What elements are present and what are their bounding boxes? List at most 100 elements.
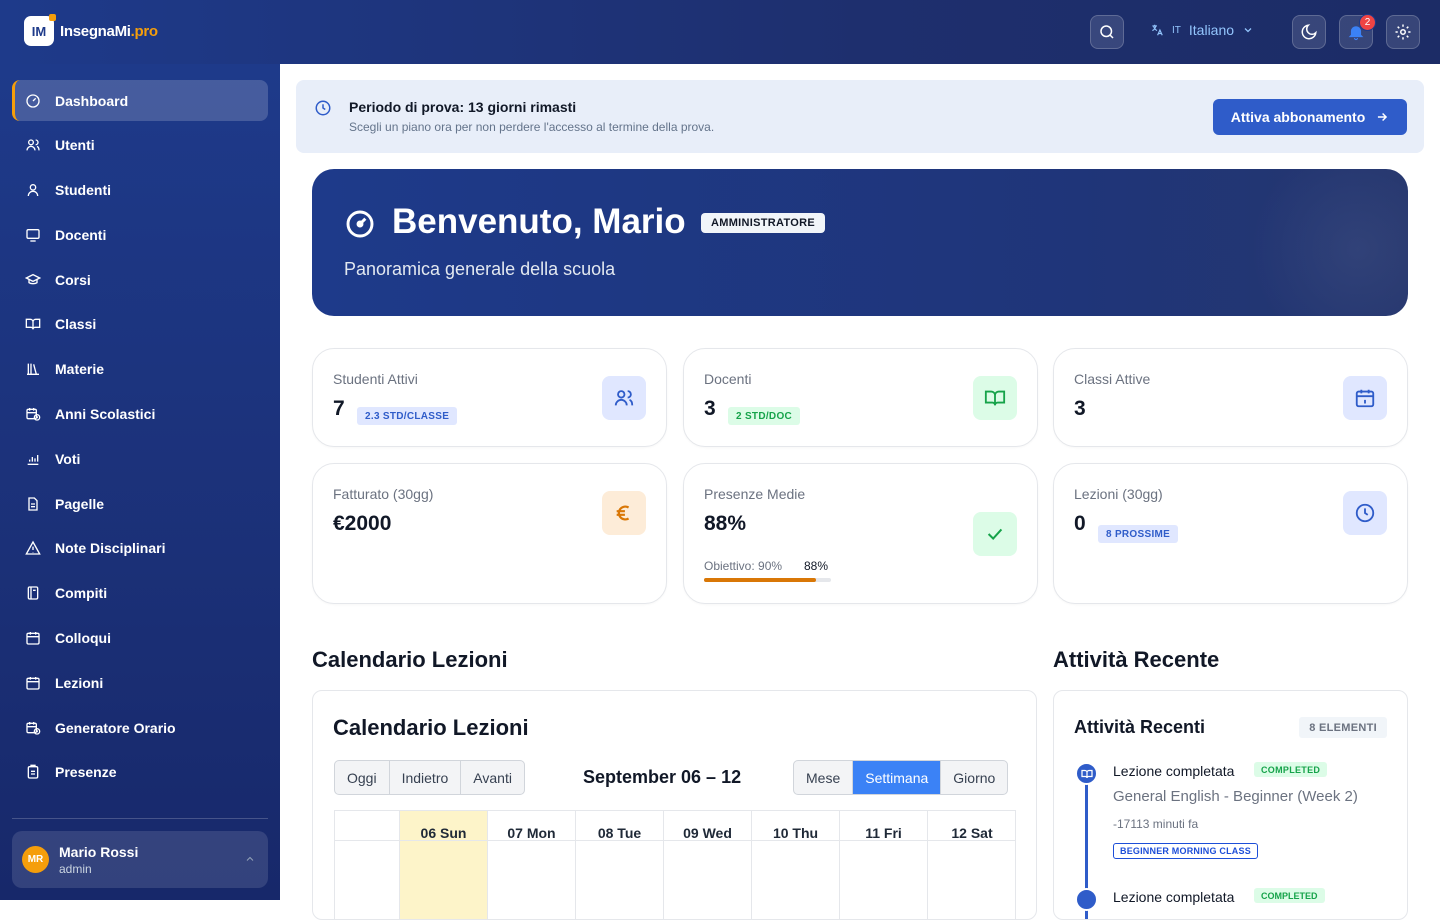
lesson-calendar: Calendario Lezioni Oggi Indietro Avanti … bbox=[312, 690, 1037, 920]
calendar-day-column[interactable]: 08 Tue bbox=[576, 811, 664, 919]
sidebar-item-classi[interactable]: Classi bbox=[12, 304, 268, 345]
sidebar-item-lezioni[interactable]: Lezioni bbox=[12, 662, 268, 703]
calendar-day-column[interactable]: 07 Mon bbox=[488, 811, 576, 919]
warning-icon bbox=[25, 541, 41, 556]
user-menu[interactable]: MR Mario Rossi admin bbox=[12, 831, 268, 888]
sidebar-item-label: Corsi bbox=[55, 271, 91, 288]
clipboard-icon bbox=[27, 765, 39, 780]
sidebar: Dashboard Utenti Studenti Docenti Corsi Class… bbox=[0, 64, 280, 900]
calendar-day-header[interactable]: 09 Wed bbox=[664, 811, 751, 841]
stat-icon-box bbox=[602, 491, 646, 535]
sidebar-item-label: Pagelle bbox=[55, 495, 105, 512]
sidebar-item-generatore-orario[interactable]: Generatore Orario bbox=[12, 707, 268, 748]
calendar-day-column[interactable]: 06 Sun bbox=[400, 811, 488, 919]
activity-class-tag[interactable]: BEGINNER MORNING CLASS bbox=[1113, 843, 1258, 859]
stat-label: Fatturato (30gg) bbox=[333, 486, 434, 502]
sidebar-item-dashboard[interactable]: Dashboard bbox=[12, 80, 268, 121]
language-code: IT bbox=[1172, 24, 1181, 36]
stat-icon-box bbox=[973, 376, 1017, 420]
dark-mode-toggle[interactable] bbox=[1292, 15, 1326, 49]
stat-card-lessons[interactable]: Lezioni (30gg) 0 8 PROSSIME bbox=[1053, 463, 1408, 604]
sidebar-item-voti[interactable]: Voti bbox=[12, 438, 268, 479]
sidebar-item-pagelle[interactable]: Pagelle bbox=[12, 483, 268, 524]
stat-card-revenue[interactable]: Fatturato (30gg) €2000 bbox=[312, 463, 667, 604]
view-day-button[interactable]: Giorno bbox=[941, 761, 1007, 794]
stat-label: Studenti Attivi bbox=[333, 371, 418, 387]
sidebar-divider bbox=[12, 818, 268, 819]
progress-label: Obiettivo: 90% bbox=[704, 559, 783, 573]
calendar-time-column bbox=[335, 811, 400, 919]
calendar-back-button[interactable]: Indietro bbox=[390, 761, 462, 794]
language-selector[interactable]: IT Italiano bbox=[1150, 22, 1254, 38]
calendar-day-header[interactable]: 10 Thu bbox=[752, 811, 839, 841]
stat-label: Presenze Medie bbox=[704, 486, 806, 502]
stat-card-classes[interactable]: Classi Attive 3 bbox=[1053, 348, 1408, 447]
monitor-icon bbox=[26, 228, 40, 242]
stat-value: 0 bbox=[1074, 512, 1086, 535]
stat-card-teachers[interactable]: Docenti 3 2 STD/DOC bbox=[683, 348, 1038, 447]
brand-logo[interactable]: IM InsegnaMi.pro bbox=[24, 14, 158, 46]
calendar-day-header[interactable]: 07 Mon bbox=[488, 811, 575, 841]
calendar-day-header[interactable]: 08 Tue bbox=[576, 811, 663, 841]
sidebar-item-docenti[interactable]: Docenti bbox=[12, 214, 268, 255]
calendar-next-button[interactable]: Avanti bbox=[461, 761, 524, 794]
sidebar-item-label: Generatore Orario bbox=[55, 719, 176, 736]
logo-text: InsegnaMi.pro bbox=[60, 22, 158, 40]
timeline-dot bbox=[1075, 762, 1098, 785]
notifications-button[interactable]: 2 bbox=[1339, 14, 1376, 49]
user-icon bbox=[27, 184, 39, 197]
calendar-title: Calendario Lezioni bbox=[333, 715, 529, 740]
calendar-today-button[interactable]: Oggi bbox=[335, 761, 390, 794]
progress-fill bbox=[704, 578, 816, 582]
stat-card-attendance[interactable]: Presenze Medie 88% Obiettivo: 90% 88% bbox=[683, 463, 1038, 604]
calendar-range: September 06 – 12 bbox=[583, 767, 742, 787]
chevron-down-icon bbox=[1244, 28, 1252, 33]
recent-activity-card: Attività Recenti 8 ELEMENTI Lezione comp… bbox=[1053, 690, 1408, 920]
notebook-icon bbox=[27, 586, 39, 600]
sidebar-item-compiti[interactable]: Compiti bbox=[12, 573, 268, 614]
calendar-day-column[interactable]: 10 Thu bbox=[752, 811, 840, 919]
stat-label: Classi Attive bbox=[1074, 371, 1151, 387]
calendar-day-header[interactable]: 12 Sat bbox=[928, 811, 1016, 841]
calendar-day-column[interactable]: 11 Fri bbox=[840, 811, 928, 919]
calendar-day-column[interactable]: 12 Sat bbox=[928, 811, 1016, 919]
sidebar-item-presenze[interactable]: Presenze bbox=[12, 752, 268, 793]
calendar-icon bbox=[26, 632, 40, 645]
sidebar-item-corsi[interactable]: Corsi bbox=[12, 259, 268, 300]
stat-icon-box bbox=[602, 376, 646, 420]
translate-icon bbox=[1152, 24, 1163, 36]
activate-subscription-button[interactable]: Attiva abbonamento bbox=[1213, 99, 1407, 135]
sidebar-item-label: Classi bbox=[55, 316, 97, 333]
calendar-icon bbox=[26, 676, 40, 690]
users-icon bbox=[614, 390, 634, 406]
progress-value: 88% bbox=[804, 559, 829, 573]
sidebar-item-materie[interactable]: Materie bbox=[12, 349, 268, 390]
calendar-day-header[interactable]: 11 Fri bbox=[840, 811, 927, 841]
settings-button[interactable] bbox=[1386, 15, 1420, 49]
sidebar-item-utenti[interactable]: Utenti bbox=[12, 125, 268, 166]
search-button[interactable] bbox=[1090, 15, 1124, 49]
sidebar-item-label: Colloqui bbox=[55, 630, 111, 647]
stat-badge: 2 STD/DOC bbox=[728, 407, 801, 425]
sidebar-item-note-disciplinari[interactable]: Note Disciplinari bbox=[12, 528, 268, 569]
calendar-section-title: Calendario Lezioni bbox=[312, 647, 508, 672]
stat-card-students[interactable]: Studenti Attivi 7 2.3 STD/CLASSE bbox=[312, 348, 667, 447]
calendar-day-column[interactable]: 09 Wed bbox=[664, 811, 752, 919]
page-subtitle: Panoramica generale della scuola bbox=[344, 259, 616, 279]
view-week-button[interactable]: Settimana bbox=[853, 761, 942, 794]
sidebar-item-studenti[interactable]: Studenti bbox=[12, 170, 268, 211]
activity-item-title[interactable]: Lezione completata bbox=[1113, 763, 1234, 779]
sidebar-item-label: Lezioni bbox=[55, 674, 104, 691]
clock-icon bbox=[315, 100, 331, 116]
sidebar-item-colloqui[interactable]: Colloqui bbox=[12, 618, 268, 659]
stat-icon-box bbox=[1343, 491, 1387, 535]
trial-subtitle: Scegli un piano ora per non perdere l'ac… bbox=[349, 120, 715, 134]
activity-item-title[interactable]: Lezione completata bbox=[1113, 889, 1234, 905]
sidebar-item-anni-scolastici[interactable]: Anni Scolastici bbox=[12, 394, 268, 435]
check-icon bbox=[987, 528, 1003, 541]
calendar-day-header[interactable]: 06 Sun bbox=[400, 811, 487, 841]
view-month-button[interactable]: Mese bbox=[794, 761, 854, 794]
sidebar-item-label: Utenti bbox=[55, 137, 95, 154]
clock-icon bbox=[1355, 503, 1375, 523]
calendar-icon bbox=[1355, 389, 1375, 408]
